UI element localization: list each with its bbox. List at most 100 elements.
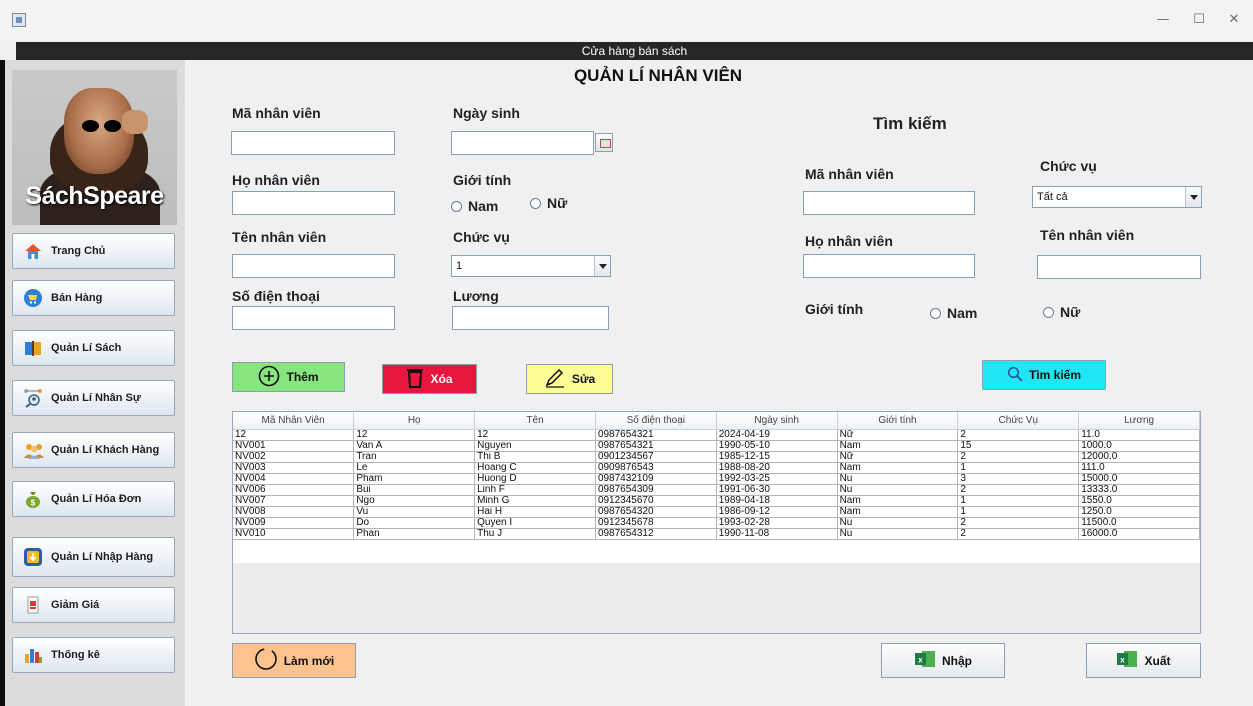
sidebar-item-quan-li-nhap-hang[interactable]: Quản Lí Nhập Hàng	[12, 537, 175, 577]
xoa-button[interactable]: Xóa	[382, 364, 477, 394]
sidebar-item-quan-li-nhan-su[interactable]: Quản Lí Nhân Sự	[12, 380, 175, 416]
table-cell: 1990-05-10	[716, 440, 838, 452]
table-row[interactable]: NV009 Do Quyen I 0912345678 1993-02-28 Nu 2 115…	[233, 517, 1200, 529]
luong-input[interactable]	[452, 306, 609, 330]
column-header[interactable]: Ngày sinh	[716, 412, 838, 430]
search-ma-nv-input[interactable]	[803, 191, 975, 215]
sidebar-item-quan-li-sach[interactable]: Quản Lí Sách	[12, 330, 175, 366]
table-row[interactable]: NV004 Pham Huong D 0987432109 1992-03-25 Nu 3 1…	[233, 473, 1200, 485]
table-cell: 12	[474, 429, 596, 441]
table-row[interactable]: 12 12 12 0987654321 2024-04-19 Nữ 2 11.0	[233, 429, 1200, 441]
table-cell: Nu	[837, 528, 959, 540]
ten-nv-input[interactable]	[232, 254, 395, 278]
sidebar-item-label: Quản Lí Nhân Sự	[51, 392, 141, 404]
column-header[interactable]: Tên	[474, 412, 596, 430]
search-radio-nu-label: Nữ	[1060, 304, 1081, 320]
sidebar-item-quan-li-khach-hang[interactable]: Quản Lí Khách Hàng	[12, 432, 175, 468]
table-row[interactable]: NV001 Van A Nguyen 0987654321 1990-05-10 Nam 1…	[233, 440, 1200, 452]
table-cell: 1993-02-28	[716, 517, 838, 529]
search-radio-nu[interactable]: Nữ	[1043, 304, 1080, 320]
sidebar-item-ban-hang[interactable]: Bán Hàng	[12, 280, 175, 316]
ho-nv-label: Họ nhân viên	[232, 172, 320, 188]
table-cell: Hai H	[474, 506, 596, 518]
table-row[interactable]: NV007 Ngo Minh G 0912345670 1989-04-18 Nam 1 15…	[233, 495, 1200, 507]
sidebar-item-thong-ke[interactable]: Thống kê	[12, 637, 175, 673]
table-cell: Bui	[353, 484, 476, 496]
column-header[interactable]: Giới tính	[837, 412, 959, 430]
table-cell: NV003	[233, 462, 355, 474]
search-ho-nv-input[interactable]	[803, 254, 975, 278]
search-chuc-vu-select-value: Tất cả	[1037, 191, 1068, 203]
search-chuc-vu-select[interactable]: Tất cả	[1032, 186, 1202, 208]
ho-nv-input[interactable]	[232, 191, 395, 215]
svg-text:$: $	[31, 499, 36, 508]
sua-button[interactable]: Sửa	[526, 364, 613, 394]
table-cell: NV009	[233, 517, 355, 529]
table-cell: 2	[957, 429, 1080, 441]
chuc-vu-select[interactable]: 1	[451, 255, 611, 277]
table-cell: 0987654321	[595, 440, 717, 452]
minimize-button[interactable]: —	[1151, 10, 1175, 30]
customers-icon	[23, 440, 44, 460]
calendar-icon[interactable]	[595, 133, 613, 152]
table-cell: Nữ	[837, 451, 959, 463]
table-cell: 1000.0	[1078, 440, 1200, 452]
column-header[interactable]: Chức Vụ	[957, 412, 1080, 430]
table-cell: Nam	[837, 440, 959, 452]
close-button[interactable]: ✕	[1222, 10, 1246, 30]
search-icon	[1007, 366, 1023, 385]
table-cell: Phan	[353, 528, 476, 540]
sdt-label: Số điện thoại	[232, 288, 320, 304]
column-header[interactable]: Lương	[1078, 412, 1200, 430]
table-cell: 111.0	[1078, 462, 1200, 474]
table-cell: 0987432109	[595, 473, 717, 485]
ngay-sinh-label: Ngày sinh	[453, 105, 520, 121]
radio-nu[interactable]: Nữ	[530, 195, 567, 211]
search-ten-nv-input[interactable]	[1037, 255, 1201, 279]
table-cell: 1992-03-25	[716, 473, 838, 485]
ngay-sinh-input[interactable]	[451, 131, 594, 155]
sdt-input[interactable]	[232, 306, 395, 330]
search-radio-nam[interactable]: Nam	[930, 305, 977, 321]
them-button[interactable]: Thêm	[232, 362, 345, 392]
table-cell: 1	[957, 506, 1080, 518]
sidebar-item-trang-chu[interactable]: Trang Chủ	[12, 233, 175, 269]
table-cell: 1985-12-15	[716, 451, 838, 463]
table-row[interactable]: NV003 Le Hoang C 0909876543 1988-08-20 Nam 1 11…	[233, 462, 1200, 474]
table-cell: Van A	[353, 440, 476, 452]
radio-nam[interactable]: Nam	[451, 198, 498, 214]
java-app-icon	[12, 13, 26, 27]
table-cell: 1989-04-18	[716, 495, 838, 507]
xuat-button[interactable]: x Xuất	[1086, 643, 1201, 678]
search-ten-nv-label: Tên nhân viên	[1040, 227, 1135, 243]
table-cell: Hoang C	[474, 462, 596, 474]
table-cell: Nữ	[837, 429, 959, 441]
lam-moi-button[interactable]: Làm mới	[232, 643, 356, 678]
table-cell: 11.0	[1078, 429, 1200, 441]
excel-icon: x	[1116, 650, 1138, 671]
table-cell: Ngo	[353, 495, 476, 507]
chevron-down-icon	[594, 256, 610, 276]
search-chuc-vu-label: Chức vụ	[1040, 158, 1097, 174]
column-header[interactable]: Họ	[353, 412, 476, 430]
sidebar-item-giam-gia[interactable]: Giảm Giá	[12, 587, 175, 623]
column-header[interactable]: Mã Nhân Viên	[233, 412, 355, 430]
table-row[interactable]: NV010 Phan Thu J 0987654312 1990-11-08 Nu 2 160…	[233, 528, 1200, 540]
table-cell: Tran	[353, 451, 476, 463]
book-icon	[23, 338, 43, 358]
column-header[interactable]: Số điện thoại	[595, 412, 717, 430]
table-cell: Nu	[837, 473, 959, 485]
maximize-button[interactable]: ☐	[1187, 10, 1211, 30]
table-row[interactable]: NV006 Bui Linh F 0987654309 1991-06-30 Nu 2 133…	[233, 484, 1200, 496]
sidebar-item-quan-li-hoa-don[interactable]: $ Quản Lí Hóa Đơn	[12, 481, 175, 517]
tim-kiem-button[interactable]: Tìm kiếm	[982, 360, 1106, 390]
refresh-icon	[254, 647, 278, 674]
table-cell: 12	[353, 429, 476, 441]
sidebar-item-label: Giảm Giá	[51, 599, 100, 611]
chuc-vu-label: Chức vụ	[453, 229, 510, 245]
table-row[interactable]: NV008 Vu Hai H 0987654320 1986-09-12 Nam 1 1250…	[233, 506, 1200, 518]
nhap-button[interactable]: x Nhập	[881, 643, 1005, 678]
table-row[interactable]: NV002 Tran Thi B 0901234567 1985-12-15 Nữ 2 120…	[233, 451, 1200, 463]
chuc-vu-select-value: 1	[456, 260, 463, 272]
ma-nv-input[interactable]	[231, 131, 395, 155]
